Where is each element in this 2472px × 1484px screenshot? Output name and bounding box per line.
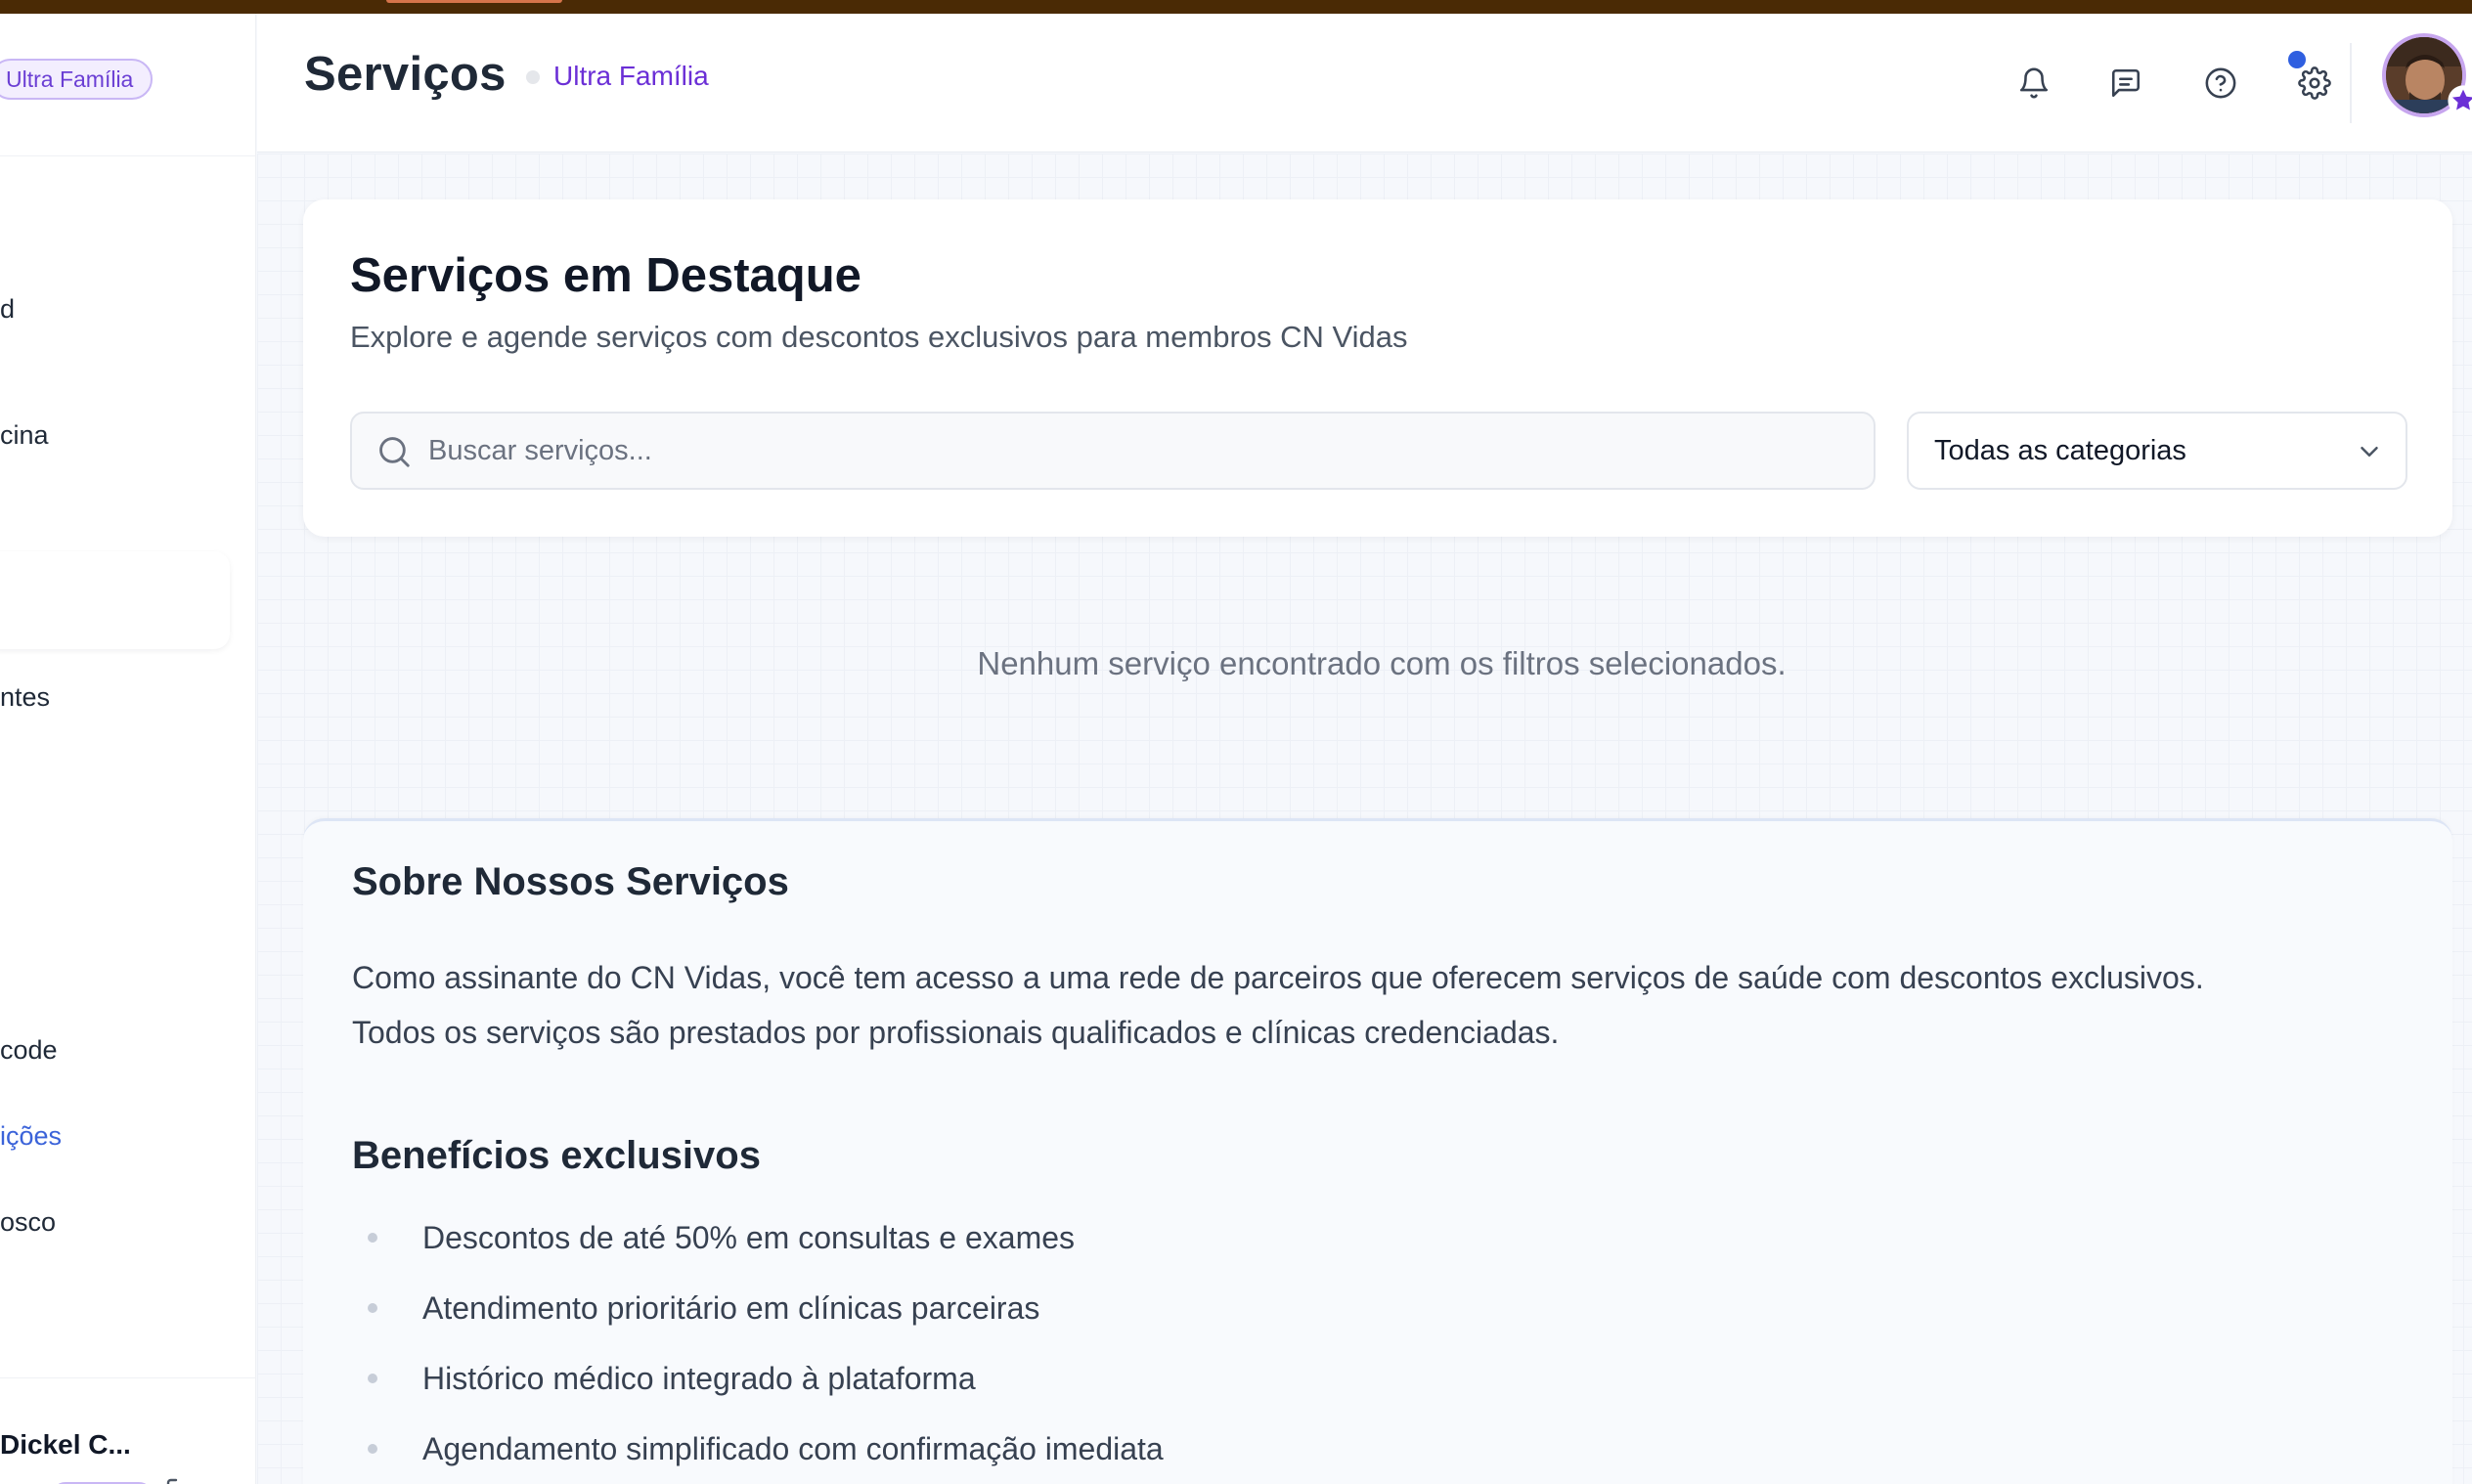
notifications-button[interactable] [2009, 59, 2058, 108]
app-root: Ultra Família d cina ntes code ições osc… [0, 0, 2472, 1484]
sidebar: Ultra Família d cina ntes code ições osc… [0, 14, 256, 1484]
benefit-text: Descontos de até 50% em consultas e exam… [422, 1220, 1076, 1255]
benefit-text: Atendimento prioritário em clínicas parc… [422, 1290, 1040, 1326]
sidebar-item-dashboard[interactable]: d [0, 294, 15, 325]
featured-services-card: Serviços em Destaque Explore e agende se… [303, 199, 2452, 537]
header-separator [2350, 43, 2352, 123]
benefit-text: Histórico médico integrado à plataforma [422, 1361, 976, 1396]
category-select-value: Todas as categorias [1934, 435, 2186, 466]
sidebar-item-quiosco[interactable]: osco [0, 1207, 56, 1238]
sidebar-item-selected[interactable] [0, 551, 230, 649]
about-description: Como assinante do CN Vidas, você tem ace… [352, 950, 2415, 1060]
gear-icon [2298, 66, 2331, 100]
help-button[interactable] [2196, 59, 2245, 108]
bullet [368, 1443, 377, 1454]
top-header: Serviços Ultra Família [257, 14, 2472, 153]
logout-icon[interactable] [164, 1476, 196, 1484]
search-icon [379, 437, 410, 467]
bell-icon [2019, 67, 2049, 99]
header-plan-label: Ultra Família [553, 61, 709, 91]
help-circle-icon [2205, 67, 2236, 99]
settings-button[interactable] [2290, 59, 2339, 108]
bullet [368, 1302, 377, 1313]
about-services-card: Sobre Nossos Serviços Como assinante do … [303, 818, 2452, 1484]
benefits-title: Benefícios exclusivos [352, 1134, 761, 1177]
chevron-down-icon [2361, 447, 2378, 457]
empty-results-message: Nenhum serviço encontrado com os filtros… [977, 645, 1787, 681]
benefit-item: Descontos de até 50% em consultas e exam… [352, 1220, 1075, 1256]
benefit-item: Histórico médico integrado à plataforma [352, 1361, 976, 1397]
search-input[interactable] [428, 414, 1846, 488]
title-separator-dot [526, 70, 540, 84]
featured-title: Serviços em Destaque [350, 249, 861, 302]
about-line-1: Como assinante do CN Vidas, você tem ace… [352, 960, 2204, 995]
sidebar-divider [0, 155, 256, 156]
sidebar-item-telemedicina[interactable]: cina [0, 420, 49, 451]
benefit-item: Atendimento prioritário em clínicas parc… [352, 1290, 1039, 1327]
message-icon [2111, 68, 2141, 98]
sidebar-divider [0, 1377, 256, 1378]
search-box[interactable] [350, 412, 1876, 490]
about-title: Sobre Nossos Serviços [352, 860, 789, 903]
sidebar-item-dependentes[interactable]: ntes [0, 682, 50, 713]
sidebar-user-name: Dickel C... [0, 1429, 131, 1460]
bullet [368, 1373, 377, 1383]
benefit-item: Agendamento simplificado com confirmação… [352, 1431, 1164, 1467]
about-line-2: Todos os serviços são prestados por prof… [352, 1015, 1560, 1050]
bullet [368, 1232, 377, 1243]
star-badge-icon [2448, 85, 2472, 116]
main-content: Serviços em Destaque Explore e agende se… [257, 153, 2472, 1484]
page-title: Serviços [304, 48, 507, 101]
messages-button[interactable] [2101, 59, 2150, 108]
tab-indicator [386, 0, 562, 3]
benefit-text: Agendamento simplificado com confirmação… [422, 1431, 1164, 1466]
sidebar-item-notificacoes[interactable]: ições [0, 1121, 62, 1152]
sidebar-item-qrcode[interactable]: code [0, 1035, 58, 1066]
featured-subtitle: Explore e agende serviços com descontos … [350, 320, 1408, 354]
browser-top-strip [0, 0, 2472, 14]
category-select[interactable]: Todas as categorias [1907, 412, 2407, 490]
sidebar-plan-badge: Ultra Família [0, 59, 154, 100]
